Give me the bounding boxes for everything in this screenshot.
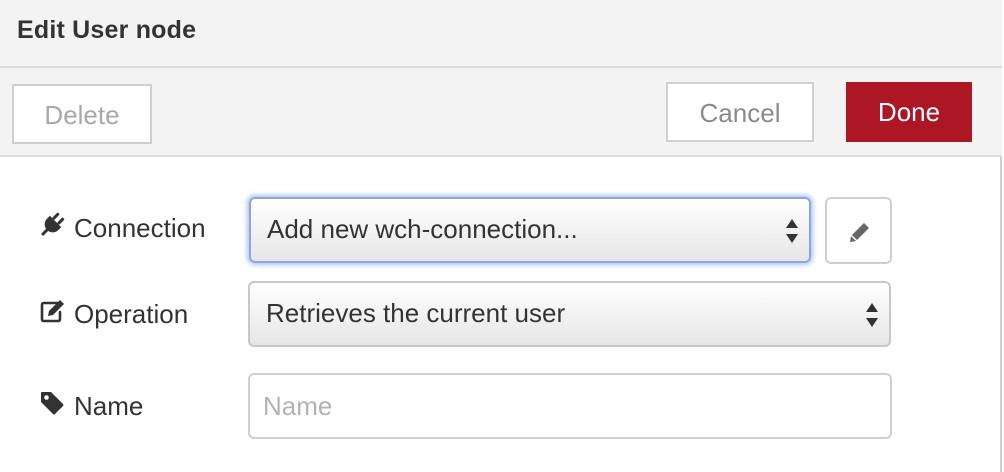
name-input[interactable] xyxy=(248,373,892,439)
pencil-icon xyxy=(850,223,869,242)
connection-selected-value: Add new wch-connection... xyxy=(267,214,578,244)
edit-connection-button[interactable] xyxy=(825,197,892,264)
select-arrows-icon xyxy=(865,301,879,329)
connection-select[interactable]: Add new wch-connection... xyxy=(249,197,811,263)
plug-icon xyxy=(38,211,66,239)
dialog-title: Edit User node xyxy=(17,16,197,44)
dialog-title-bar: Edit User node xyxy=(0,0,1002,68)
edit-node-dialog: Edit User node Delete Cancel Done Connec… xyxy=(0,0,1002,472)
operation-select[interactable]: Retrieves the current user xyxy=(248,281,891,347)
tag-icon xyxy=(38,389,66,417)
cancel-button[interactable]: Cancel xyxy=(666,82,814,142)
operation-selected-value: Retrieves the current user xyxy=(266,298,566,328)
select-arrows-icon xyxy=(785,217,799,245)
operation-label: Operation xyxy=(38,294,188,330)
name-label: Name xyxy=(38,386,143,422)
delete-button[interactable]: Delete xyxy=(12,84,152,144)
operation-label-text: Operation xyxy=(74,299,189,330)
connection-label: Connection xyxy=(38,208,206,244)
connection-label-text: Connection xyxy=(74,213,206,244)
done-button[interactable]: Done xyxy=(846,82,972,142)
dialog-toolbar: Delete Cancel Done xyxy=(0,68,1002,157)
edit-icon xyxy=(38,297,66,325)
name-label-text: Name xyxy=(74,391,144,422)
